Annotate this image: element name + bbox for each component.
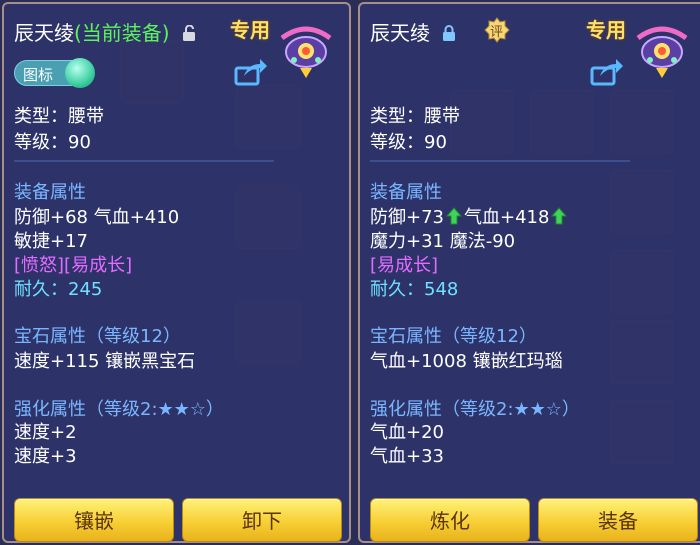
icon-toggle[interactable]: 图标: [14, 58, 95, 88]
item-type: 类型：腰带: [370, 106, 460, 127]
attr-line-1: 防御+73 气血+418: [370, 203, 569, 229]
unlock-icon[interactable]: [182, 25, 196, 41]
divider: [370, 160, 630, 162]
pet-icon: [280, 26, 332, 78]
equip-attr-title: 装备属性: [370, 182, 442, 203]
item-title: 辰天绫: [370, 17, 456, 46]
share-icon[interactable]: [234, 58, 268, 86]
special-attr: [易成长]: [370, 255, 439, 276]
enhance-line-1: 气血+20: [370, 422, 444, 443]
equip-attr-title: 装备属性: [14, 182, 86, 203]
special-attr: [愤怒][易成长]: [14, 255, 133, 276]
attr-line-2: 魔力+31 魔法-90: [370, 231, 516, 252]
up-arrow-icon: [446, 207, 462, 225]
current-equipment-panel: 辰天绫(当前装备) 专用 图标 类型：腰带 等级：90 装备属性 防御+68 气…: [2, 2, 351, 543]
durability-value: 245: [68, 279, 103, 300]
share-icon[interactable]: [590, 58, 624, 86]
inlay-button[interactable]: 镶嵌: [14, 498, 174, 542]
attr-hp: 气血+418: [464, 207, 550, 228]
gem-line: 气血+1008 镶嵌红玛瑙: [370, 351, 563, 372]
gem-line: 速度+115 镶嵌黑宝石: [14, 351, 196, 372]
gem-attr-title: 宝石属性（等级12）: [370, 326, 537, 347]
icon-toggle-label: 图标: [23, 66, 54, 84]
gem-attr-title: 宝石属性（等级12）: [14, 326, 181, 347]
item-name: 辰天绫: [370, 21, 430, 45]
item-level: 等级：90: [370, 132, 447, 153]
enhance-line-2: 速度+3: [14, 446, 77, 467]
item-level: 等级：90: [14, 132, 91, 153]
rating-badge[interactable]: 评: [484, 17, 510, 43]
rating-badge-label: 评: [490, 25, 504, 40]
compare-equipment-panel: 辰天绫 评 专用 类型：腰带 等级：90 装备属性 防御+73 气血+418 魔力…: [358, 2, 700, 543]
durability: 耐久：548: [370, 275, 458, 301]
refine-button[interactable]: 炼化: [370, 498, 530, 542]
durability-label: 耐久：: [14, 279, 68, 300]
durability-label: 耐久：: [370, 279, 424, 300]
unequip-button[interactable]: 卸下: [182, 498, 342, 542]
attr-line-2: 敏捷+17: [14, 231, 88, 252]
up-arrow-icon: [551, 207, 568, 225]
enhance-line-2: 气血+33: [370, 446, 444, 467]
lock-icon[interactable]: [442, 25, 456, 41]
enhance-line-1: 速度+2: [14, 422, 77, 443]
durability: 耐久：245: [14, 275, 102, 301]
item-type: 类型：腰带: [14, 106, 104, 127]
item-title: 辰天绫(当前装备): [14, 17, 196, 46]
exclusive-badge: 专用: [230, 18, 270, 42]
current-equipped-label: (当前装备): [74, 21, 170, 45]
attr-defense: 防御+73: [370, 207, 444, 228]
pet-icon: [636, 26, 688, 78]
divider: [14, 160, 274, 162]
exclusive-badge: 专用: [586, 18, 626, 42]
attr-line-1: 防御+68 气血+410: [14, 207, 180, 228]
toggle-knob: [65, 58, 95, 88]
item-name: 辰天绫: [14, 21, 74, 45]
durability-value: 548: [424, 279, 459, 300]
equip-button[interactable]: 装备: [538, 498, 698, 542]
